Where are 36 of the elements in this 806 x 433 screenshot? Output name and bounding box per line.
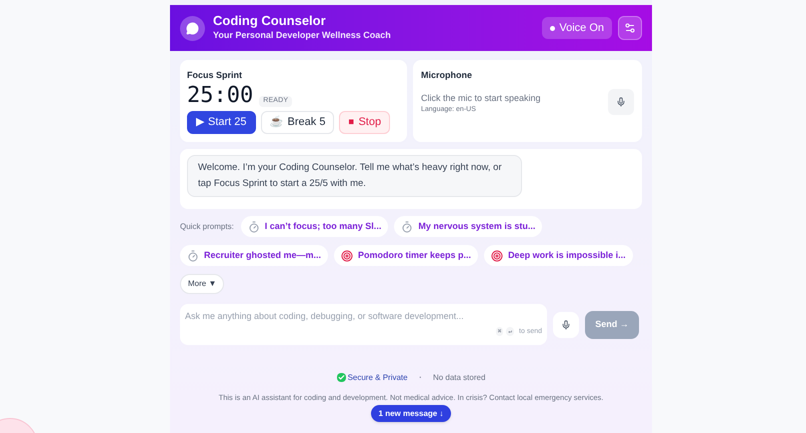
quick-prompts-label: Quick prompts: — [180, 220, 234, 232]
quick-prompt-chip[interactable]: My nervous system is stu... — [394, 216, 542, 237]
quick-prompt-chip[interactable]: Deep work is impossible i... — [484, 245, 633, 266]
settings-button[interactable] — [618, 16, 642, 40]
mic-hint: Click the mic to start speaking — [421, 92, 541, 105]
target-icon — [491, 250, 504, 262]
mic-button[interactable] — [608, 89, 634, 115]
target-icon — [341, 250, 354, 262]
app-subtitle: Your Personal Developer Wellness Coach — [213, 29, 391, 42]
checkmark-icon — [336, 373, 346, 382]
assistant-message: Welcome. I’m your Coding Counselor. Tell me what’s heavy right now, or tap Focus Sprint to start a 25/5 with me. — [187, 155, 522, 197]
app-title: Coding Counselor — [213, 13, 327, 30]
stopwatch-icon — [401, 220, 414, 232]
quick-prompt-chip[interactable]: I can’t focus; too many Sl... — [240, 216, 388, 237]
chat-bubble-icon — [180, 16, 205, 40]
separator-dot: · — [418, 371, 422, 385]
secure-label: Secure & Private — [348, 372, 408, 384]
timer-display: 25:00 — [187, 82, 254, 108]
stopwatch-icon — [248, 220, 260, 232]
break-button[interactable]: ☕ Break 5 — [260, 110, 334, 134]
quick-prompt-chip[interactable]: Pomodoro timer keeps p... — [334, 245, 478, 266]
no-data-label: No data stored — [432, 372, 486, 384]
microphone-icon — [561, 320, 571, 330]
card-title: Microphone — [421, 69, 473, 82]
stopwatch-icon — [187, 250, 199, 262]
voice-toggle[interactable]: Voice On — [542, 17, 612, 39]
new-message-button[interactable]: 1 new message ↓ — [370, 405, 452, 422]
card-title: Focus Sprint — [187, 69, 244, 82]
start-button[interactable]: ▶ Start 25 — [187, 110, 256, 134]
settings-icon — [624, 22, 636, 34]
microphone-icon — [616, 97, 626, 107]
message-input-field[interactable]: Ask me anything about coding, debugging, or software development... — [185, 310, 542, 324]
quick-prompt-chip[interactable]: Recruiter ghosted me—m... — [180, 245, 328, 266]
voice-input-button[interactable] — [553, 312, 579, 338]
more-button[interactable]: More ▼ — [180, 274, 224, 294]
stop-button[interactable]: ⏹ Stop — [339, 110, 390, 134]
